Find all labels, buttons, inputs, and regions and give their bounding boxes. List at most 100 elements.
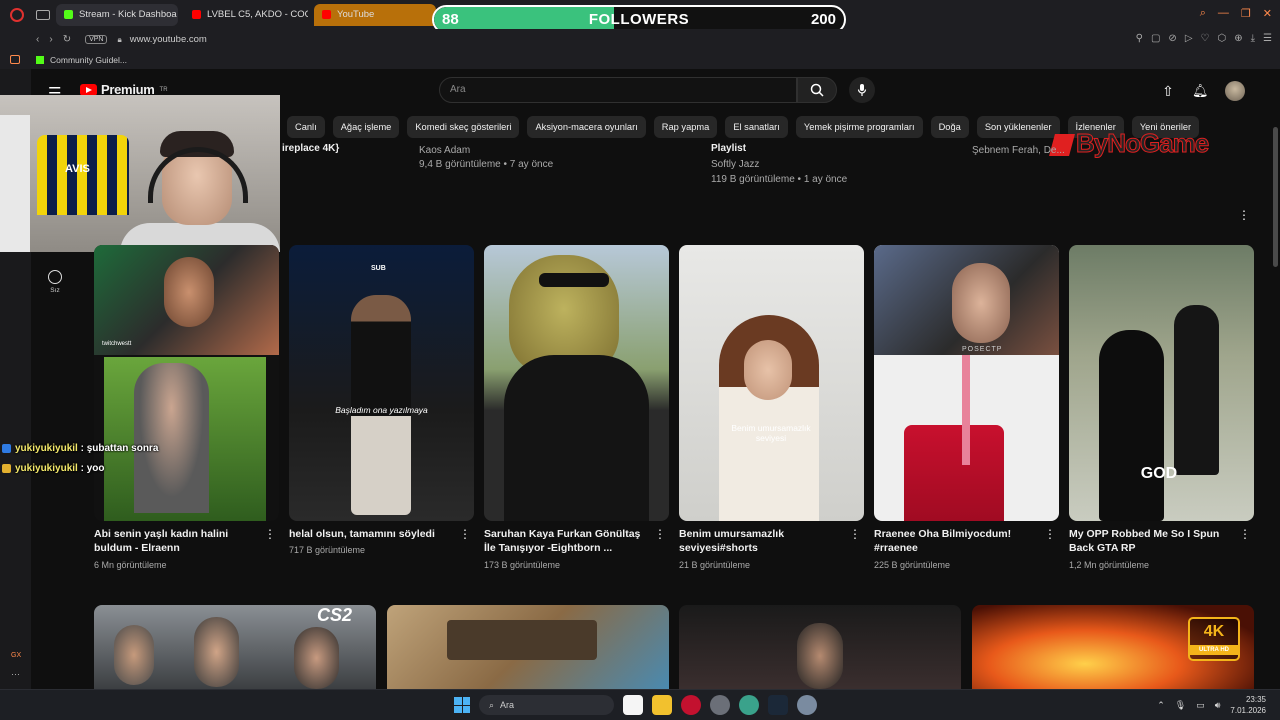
reload-icon[interactable]: ↻ xyxy=(63,34,71,45)
short-thumbnail[interactable]: POSECTP xyxy=(874,245,1059,521)
gx-label[interactable]: GX xyxy=(11,652,21,659)
minimize-icon[interactable]: — xyxy=(1218,7,1229,20)
short-title[interactable]: helal olsun, tamamını söyledi xyxy=(289,527,459,541)
short-thumbnail[interactable]: SUB Başladım ona yazılmaya xyxy=(289,245,474,521)
chip[interactable]: El sanatları xyxy=(725,116,788,138)
scrollbar-thumb[interactable] xyxy=(1273,127,1278,267)
task-view-icon[interactable] xyxy=(623,695,643,715)
short-more-icon[interactable]: ⋮ xyxy=(1239,528,1251,540)
steam-icon[interactable] xyxy=(768,695,788,715)
short-thumbnail[interactable]: GOD xyxy=(1069,245,1254,521)
taskbar-search[interactable]: ⌕ Ara xyxy=(479,695,614,715)
chat-text: : yoo xyxy=(80,463,105,474)
short-title[interactable]: Benim umursamazlık seviyesi#shorts xyxy=(679,527,849,555)
short-more-icon[interactable]: ⋮ xyxy=(849,528,861,540)
upload-icon[interactable]: ⇧ xyxy=(1160,83,1176,99)
short-thumbnail[interactable] xyxy=(484,245,669,521)
microphone-icon[interactable]: 🎙︎ xyxy=(1175,700,1186,711)
tab-youtube[interactable]: YouTube xyxy=(314,3,436,26)
header-actions: ⇧ 🔔︎ xyxy=(1160,81,1245,101)
opera-logo-icon[interactable] xyxy=(10,7,24,22)
chip[interactable]: Aksiyon-macera oyunları xyxy=(527,116,646,138)
video-thumbnail[interactable] xyxy=(679,605,961,689)
video-thumbnail[interactable]: CS2 xyxy=(94,605,376,689)
streamer-webcam: AVIS xyxy=(0,95,280,252)
forward-icon[interactable]: › xyxy=(49,34,52,45)
settings-gear-icon[interactable] xyxy=(797,695,817,715)
lock-icon[interactable]: 🔒︎ xyxy=(117,35,121,45)
chip[interactable]: Doğa xyxy=(930,116,969,138)
chip[interactable]: Rap yapma xyxy=(653,116,718,138)
opera-gx-icon[interactable] xyxy=(681,695,701,715)
sidebar-shop-icon[interactable] xyxy=(10,55,20,64)
thumb-person xyxy=(114,625,154,685)
short-more-icon[interactable]: ⋮ xyxy=(654,528,666,540)
webcam-jersey: AVIS xyxy=(37,135,129,215)
search-tabs-icon[interactable]: ⌕ xyxy=(1200,7,1206,20)
back-icon[interactable]: ‹ xyxy=(36,34,39,45)
vpn-badge[interactable]: VPN xyxy=(85,35,108,44)
download-icon[interactable]: ⤓ xyxy=(1251,33,1255,44)
short-title[interactable]: Abi senin yaşlı kadın halini buldum - El… xyxy=(94,527,264,555)
chip[interactable]: Son yüklenenler xyxy=(976,116,1060,138)
chevron-up-icon[interactable]: ⌃ xyxy=(1157,700,1165,711)
clock-date: 7.01.2026 xyxy=(1230,706,1266,715)
adblock-icon[interactable]: ⊘ xyxy=(1168,33,1176,44)
tab-youtube-music[interactable]: LVBEL C5, AKDO - COOO xyxy=(184,4,308,26)
wallet-icon[interactable]: ⊕ xyxy=(1234,33,1242,44)
microphone-icon xyxy=(857,84,867,96)
prev-video-title[interactable]: ireplace 4K} xyxy=(282,143,339,154)
chip[interactable]: Canlı xyxy=(287,116,325,138)
tab-kick-dashboard[interactable]: Stream - Kick Dashboa ✕ xyxy=(56,3,178,26)
heart-icon[interactable]: ♡ xyxy=(1201,33,1210,44)
short-title[interactable]: Rraenee Oha Bilmiyocdum! #rraenee xyxy=(874,527,1044,555)
sidebar-item-you[interactable]: Sız xyxy=(44,270,66,294)
short-thumbnail[interactable]: Benim umursamazlık seviyesi xyxy=(679,245,864,521)
browser-app-icon[interactable] xyxy=(739,695,759,715)
video-thumbnail[interactable] xyxy=(387,605,669,689)
sidebar-item-label: Sız xyxy=(50,287,60,294)
clock[interactable]: 23:35 7.01.2026 xyxy=(1230,694,1266,716)
close-window-icon[interactable]: ✕ xyxy=(1263,7,1272,20)
obs-icon[interactable] xyxy=(710,695,730,715)
sponsor-text: ByNoGame xyxy=(1075,128,1209,159)
chip[interactable]: Ağaç işleme xyxy=(332,116,400,138)
prev-video-channel[interactable]: Şebnem Ferah, De... xyxy=(972,145,1065,156)
maximize-icon[interactable]: ❐ xyxy=(1241,7,1251,20)
start-button-icon[interactable] xyxy=(454,697,470,713)
search-input[interactable]: Ara xyxy=(439,77,797,103)
short-more-icon[interactable]: ⋮ xyxy=(459,528,471,540)
short-overlay-caption: Benim umursamazlık seviyesi xyxy=(731,423,811,443)
short-thumbnail[interactable]: twitchwestt xyxy=(94,245,279,521)
thumb-tag: SUB xyxy=(371,265,386,272)
prev-video-channel[interactable]: Kaos Adam xyxy=(419,145,470,156)
network-icon[interactable]: ▭ xyxy=(1196,700,1205,711)
chip[interactable]: Yemek pişirme programları xyxy=(795,116,923,138)
short-title[interactable]: My OPP Robbed Me So I Spun Back GTA RP xyxy=(1069,527,1239,555)
short-title[interactable]: Saruhan Kaya Furkan Gönültaş İle Tanışıy… xyxy=(484,527,654,555)
menu-icon[interactable]: ☰ xyxy=(1263,33,1272,44)
file-explorer-icon[interactable] xyxy=(652,695,672,715)
chip[interactable]: Komedi skeç gösterileri xyxy=(407,116,520,138)
short-more-icon[interactable]: ⋮ xyxy=(264,528,276,540)
tab-list-icon[interactable] xyxy=(36,9,50,20)
windows-taskbar: ⌕ Ara ⌃ 🎙︎ ▭ 🔊︎ 23:35 7.01.2026 xyxy=(0,689,1280,720)
snapshot-icon[interactable]: ▢ xyxy=(1151,33,1160,44)
voice-search-button[interactable] xyxy=(849,77,875,103)
short-more-icon[interactable]: ⋮ xyxy=(1044,528,1056,540)
search-button[interactable] xyxy=(797,77,837,103)
video-thumbnail[interactable]: 4K ULTRA HD xyxy=(972,605,1254,689)
more-icon[interactable]: ⋯ xyxy=(11,669,20,680)
prev-video-title[interactable]: Playlist xyxy=(711,143,746,154)
url-field[interactable]: www.youtube.com xyxy=(130,34,207,45)
extensions-icon[interactable]: ⬡ xyxy=(1217,33,1226,44)
notifications-bell-icon[interactable]: 🔔︎ xyxy=(1192,83,1209,99)
bookmark-community-guidelines[interactable]: Community Guidel... xyxy=(50,55,127,65)
prev-video-channel[interactable]: Softly Jazz xyxy=(711,159,759,170)
shelf-more-icon[interactable]: ⋮ xyxy=(1238,209,1250,221)
page-scrollbar[interactable] xyxy=(1271,111,1280,689)
pin-icon[interactable]: ⚲ xyxy=(1136,33,1143,44)
volume-icon[interactable]: 🔊︎ xyxy=(1215,700,1221,711)
player-icon[interactable]: ▷ xyxy=(1185,33,1193,44)
avatar[interactable] xyxy=(1224,81,1245,101)
